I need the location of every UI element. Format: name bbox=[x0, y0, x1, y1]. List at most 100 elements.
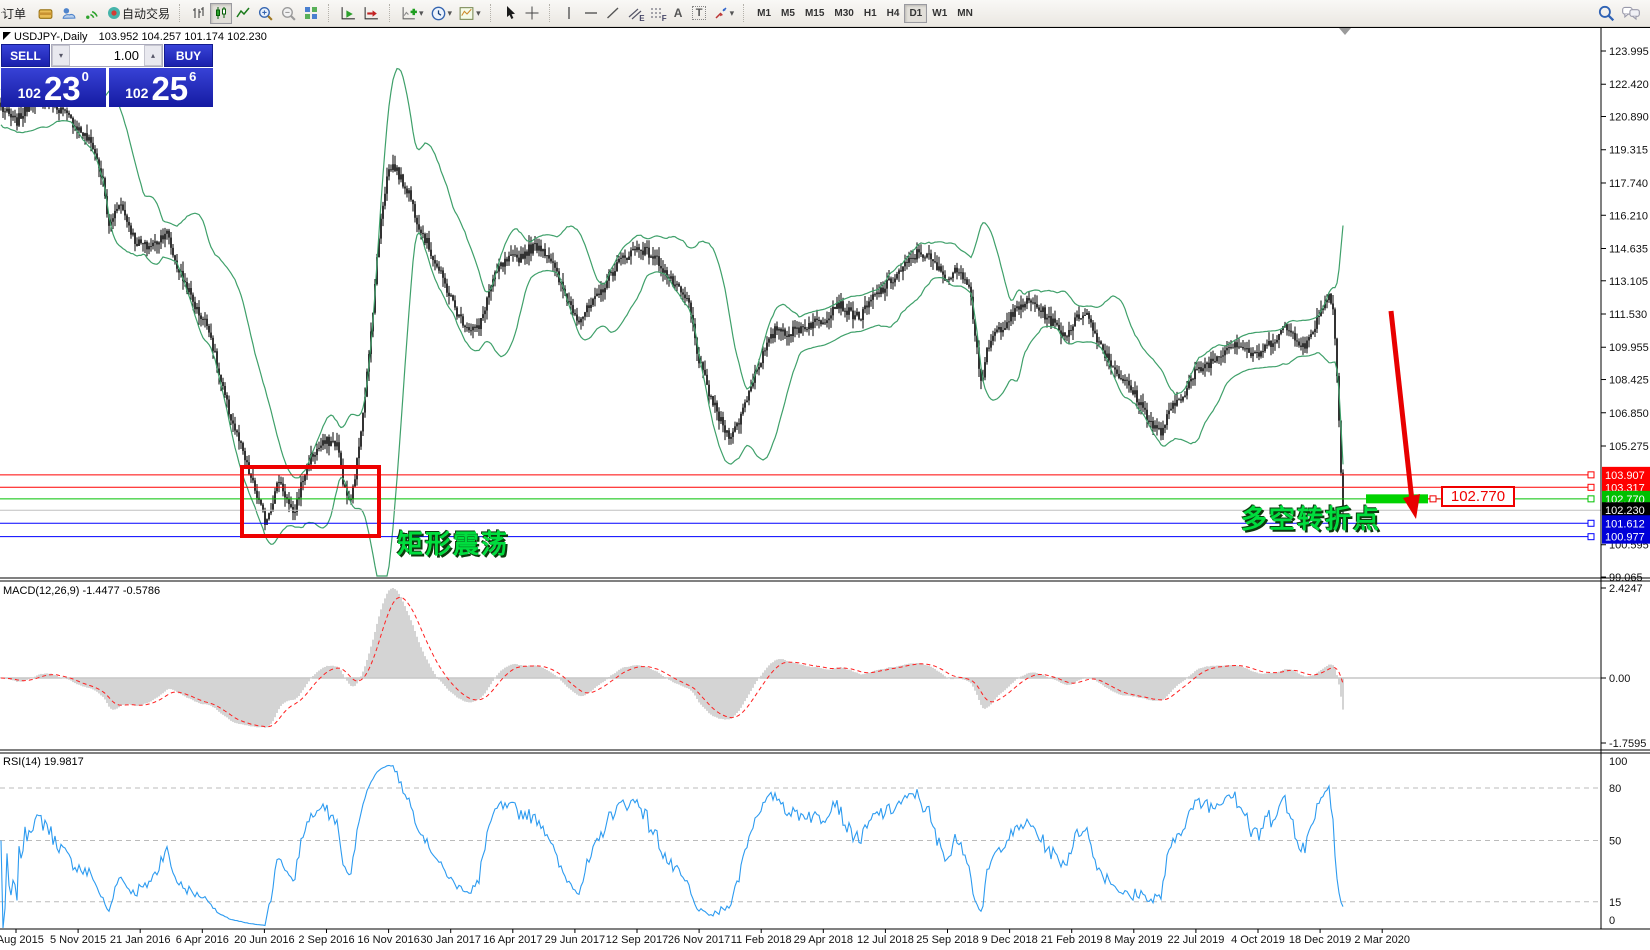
main-toolbar: 新订单 自动交易 ▾ ▾ ▾ E F A T ▾ M1 M5 M15 M30 H… bbox=[0, 0, 1650, 27]
tf-m1[interactable]: M1 bbox=[752, 4, 776, 23]
date-label: 11 Feb 2018 bbox=[731, 934, 792, 946]
date-label: 16 Apr 2017 bbox=[483, 934, 542, 946]
dropdown-caret: ▾ bbox=[448, 8, 453, 19]
channel-letter: E bbox=[639, 14, 644, 23]
text-label-icon[interactable]: T bbox=[689, 3, 710, 24]
rsi-scale-label: 80 bbox=[1609, 783, 1621, 795]
rsi-scale-label: 100 bbox=[1609, 756, 1627, 768]
sell-button[interactable]: SELL bbox=[1, 44, 50, 67]
chart-shift-icon[interactable] bbox=[360, 3, 383, 24]
date-label: 21 Jan 2016 bbox=[110, 934, 171, 946]
trendline-icon[interactable] bbox=[602, 3, 624, 24]
tag-handle[interactable] bbox=[1430, 496, 1436, 502]
line-handle[interactable] bbox=[1588, 496, 1594, 502]
line-handle[interactable] bbox=[1588, 472, 1594, 478]
equidistant-channel-icon[interactable]: E bbox=[624, 3, 646, 24]
date-label: 2 Mar 2020 bbox=[1354, 934, 1410, 946]
toolbar-separator bbox=[743, 4, 748, 22]
chat-icon[interactable] bbox=[1618, 3, 1644, 24]
auto-scroll-icon[interactable] bbox=[337, 3, 360, 24]
rsi-label: RSI(14) 19.9817 bbox=[3, 756, 84, 768]
volume-input[interactable] bbox=[70, 45, 144, 66]
new-order-button[interactable]: 新订单 bbox=[0, 3, 34, 24]
toolbar-separator bbox=[490, 4, 495, 22]
periods-icon[interactable]: ▾ bbox=[427, 3, 456, 24]
pivot-annotation-label[interactable]: 多空转折点 bbox=[1241, 499, 1381, 536]
chart-canvas[interactable]: 123.995 122.420 120.890 119.315 117.740 116.2… bbox=[0, 27, 1650, 950]
zoom-in-icon[interactable] bbox=[254, 3, 277, 24]
signal-icon[interactable] bbox=[80, 3, 103, 24]
date-label: 9 Dec 2018 bbox=[981, 934, 1037, 946]
rectangle-annotation-label[interactable]: 矩形震荡 bbox=[397, 524, 509, 561]
buy-price[interactable]: 102256 bbox=[109, 68, 214, 107]
profile-cloud-icon[interactable] bbox=[57, 3, 80, 24]
templates-icon[interactable]: ▾ bbox=[455, 3, 484, 24]
tile-windows-icon[interactable] bbox=[300, 3, 322, 24]
wallet-icon[interactable] bbox=[34, 3, 57, 24]
bar-chart-icon[interactable] bbox=[188, 3, 210, 24]
dropdown-caret: ▾ bbox=[476, 8, 481, 19]
toolbar-separator bbox=[549, 4, 554, 22]
price-tick-label: 120.890 bbox=[1609, 112, 1649, 124]
line-handle[interactable] bbox=[1588, 520, 1594, 526]
volume-increase-button[interactable]: ▴ bbox=[144, 45, 162, 66]
vertical-line-icon[interactable] bbox=[558, 3, 580, 24]
price-tick-label: 113.105 bbox=[1609, 276, 1648, 288]
indicators-icon[interactable]: ▾ bbox=[398, 3, 427, 24]
date-label: 2 Sep 2016 bbox=[298, 934, 354, 946]
autotrade-label: 自动交易 bbox=[122, 5, 170, 22]
autotrade-button[interactable]: 自动交易 bbox=[103, 3, 173, 24]
crosshair-icon[interactable] bbox=[521, 3, 543, 24]
date-label: 29 Jun 2017 bbox=[545, 934, 606, 946]
tf-m5[interactable]: M5 bbox=[776, 4, 800, 23]
macd-scale-label: 2.4247 bbox=[1609, 583, 1643, 595]
price-tick-label: 116.210 bbox=[1609, 210, 1648, 222]
rsi-scale-label: 0 bbox=[1609, 915, 1615, 927]
date-label: 26 Nov 2017 bbox=[668, 934, 730, 946]
toolbar-separator bbox=[389, 4, 394, 22]
line-chart-icon[interactable] bbox=[232, 3, 254, 24]
cursor-icon[interactable] bbox=[499, 3, 521, 24]
date-label: 21 Feb 2019 bbox=[1041, 934, 1103, 946]
candlestick-icon[interactable] bbox=[210, 3, 232, 24]
buy-button[interactable]: BUY bbox=[164, 44, 213, 67]
tf-m30[interactable]: M30 bbox=[829, 4, 858, 23]
fibonacci-icon[interactable]: F bbox=[646, 3, 668, 24]
text-icon[interactable]: A bbox=[668, 3, 689, 24]
new-order-label: 新订单 bbox=[0, 5, 26, 22]
fibo-letter: F bbox=[662, 14, 667, 23]
line-handle[interactable] bbox=[1588, 484, 1594, 490]
price-tick-label: 108.425 bbox=[1609, 375, 1649, 387]
price-tag-102770[interactable]: 102.770 bbox=[1441, 486, 1515, 507]
tf-h4[interactable]: H4 bbox=[882, 4, 905, 23]
chart-pointer-icon bbox=[3, 32, 11, 40]
horizontal-line-icon[interactable] bbox=[580, 3, 602, 24]
tf-h1[interactable]: H1 bbox=[859, 4, 882, 23]
price-tick-label: 119.315 bbox=[1609, 145, 1648, 157]
tf-w1[interactable]: W1 bbox=[927, 4, 952, 23]
price-badge-label: 101.612 bbox=[1605, 518, 1645, 530]
price-tick-label: 117.740 bbox=[1609, 178, 1648, 190]
sell-price[interactable]: 102230 bbox=[1, 68, 106, 107]
tf-m15[interactable]: M15 bbox=[800, 4, 829, 23]
date-label: 5 Nov 2015 bbox=[50, 934, 106, 946]
date-label: 12 Sep 2017 bbox=[606, 934, 668, 946]
price-tick-label: 122.420 bbox=[1609, 79, 1649, 91]
zoom-out-icon[interactable] bbox=[277, 3, 300, 24]
toolbar-separator bbox=[179, 4, 184, 22]
volume-decrease-button[interactable]: ▾ bbox=[52, 45, 70, 66]
date-label: 16 Nov 2016 bbox=[357, 934, 419, 946]
line-handle[interactable] bbox=[1588, 534, 1594, 540]
macd-scale-label: -1.7595 bbox=[1609, 738, 1646, 750]
price-tick-label: 109.955 bbox=[1609, 342, 1649, 354]
date-label: 22 Jul 2019 bbox=[1167, 934, 1224, 946]
arrows-icon[interactable]: ▾ bbox=[710, 3, 738, 24]
tf-d1[interactable]: D1 bbox=[904, 4, 927, 23]
price-tick-label: 123.995 bbox=[1609, 46, 1649, 58]
date-label: 29 Apr 2018 bbox=[794, 934, 853, 946]
volume-stepper[interactable]: ▾ ▴ bbox=[51, 44, 163, 67]
macd-scale-label: 0.00 bbox=[1609, 673, 1630, 685]
search-icon[interactable] bbox=[1594, 3, 1618, 24]
price-tick-label: 114.635 bbox=[1609, 243, 1648, 255]
tf-mn[interactable]: MN bbox=[952, 4, 978, 23]
